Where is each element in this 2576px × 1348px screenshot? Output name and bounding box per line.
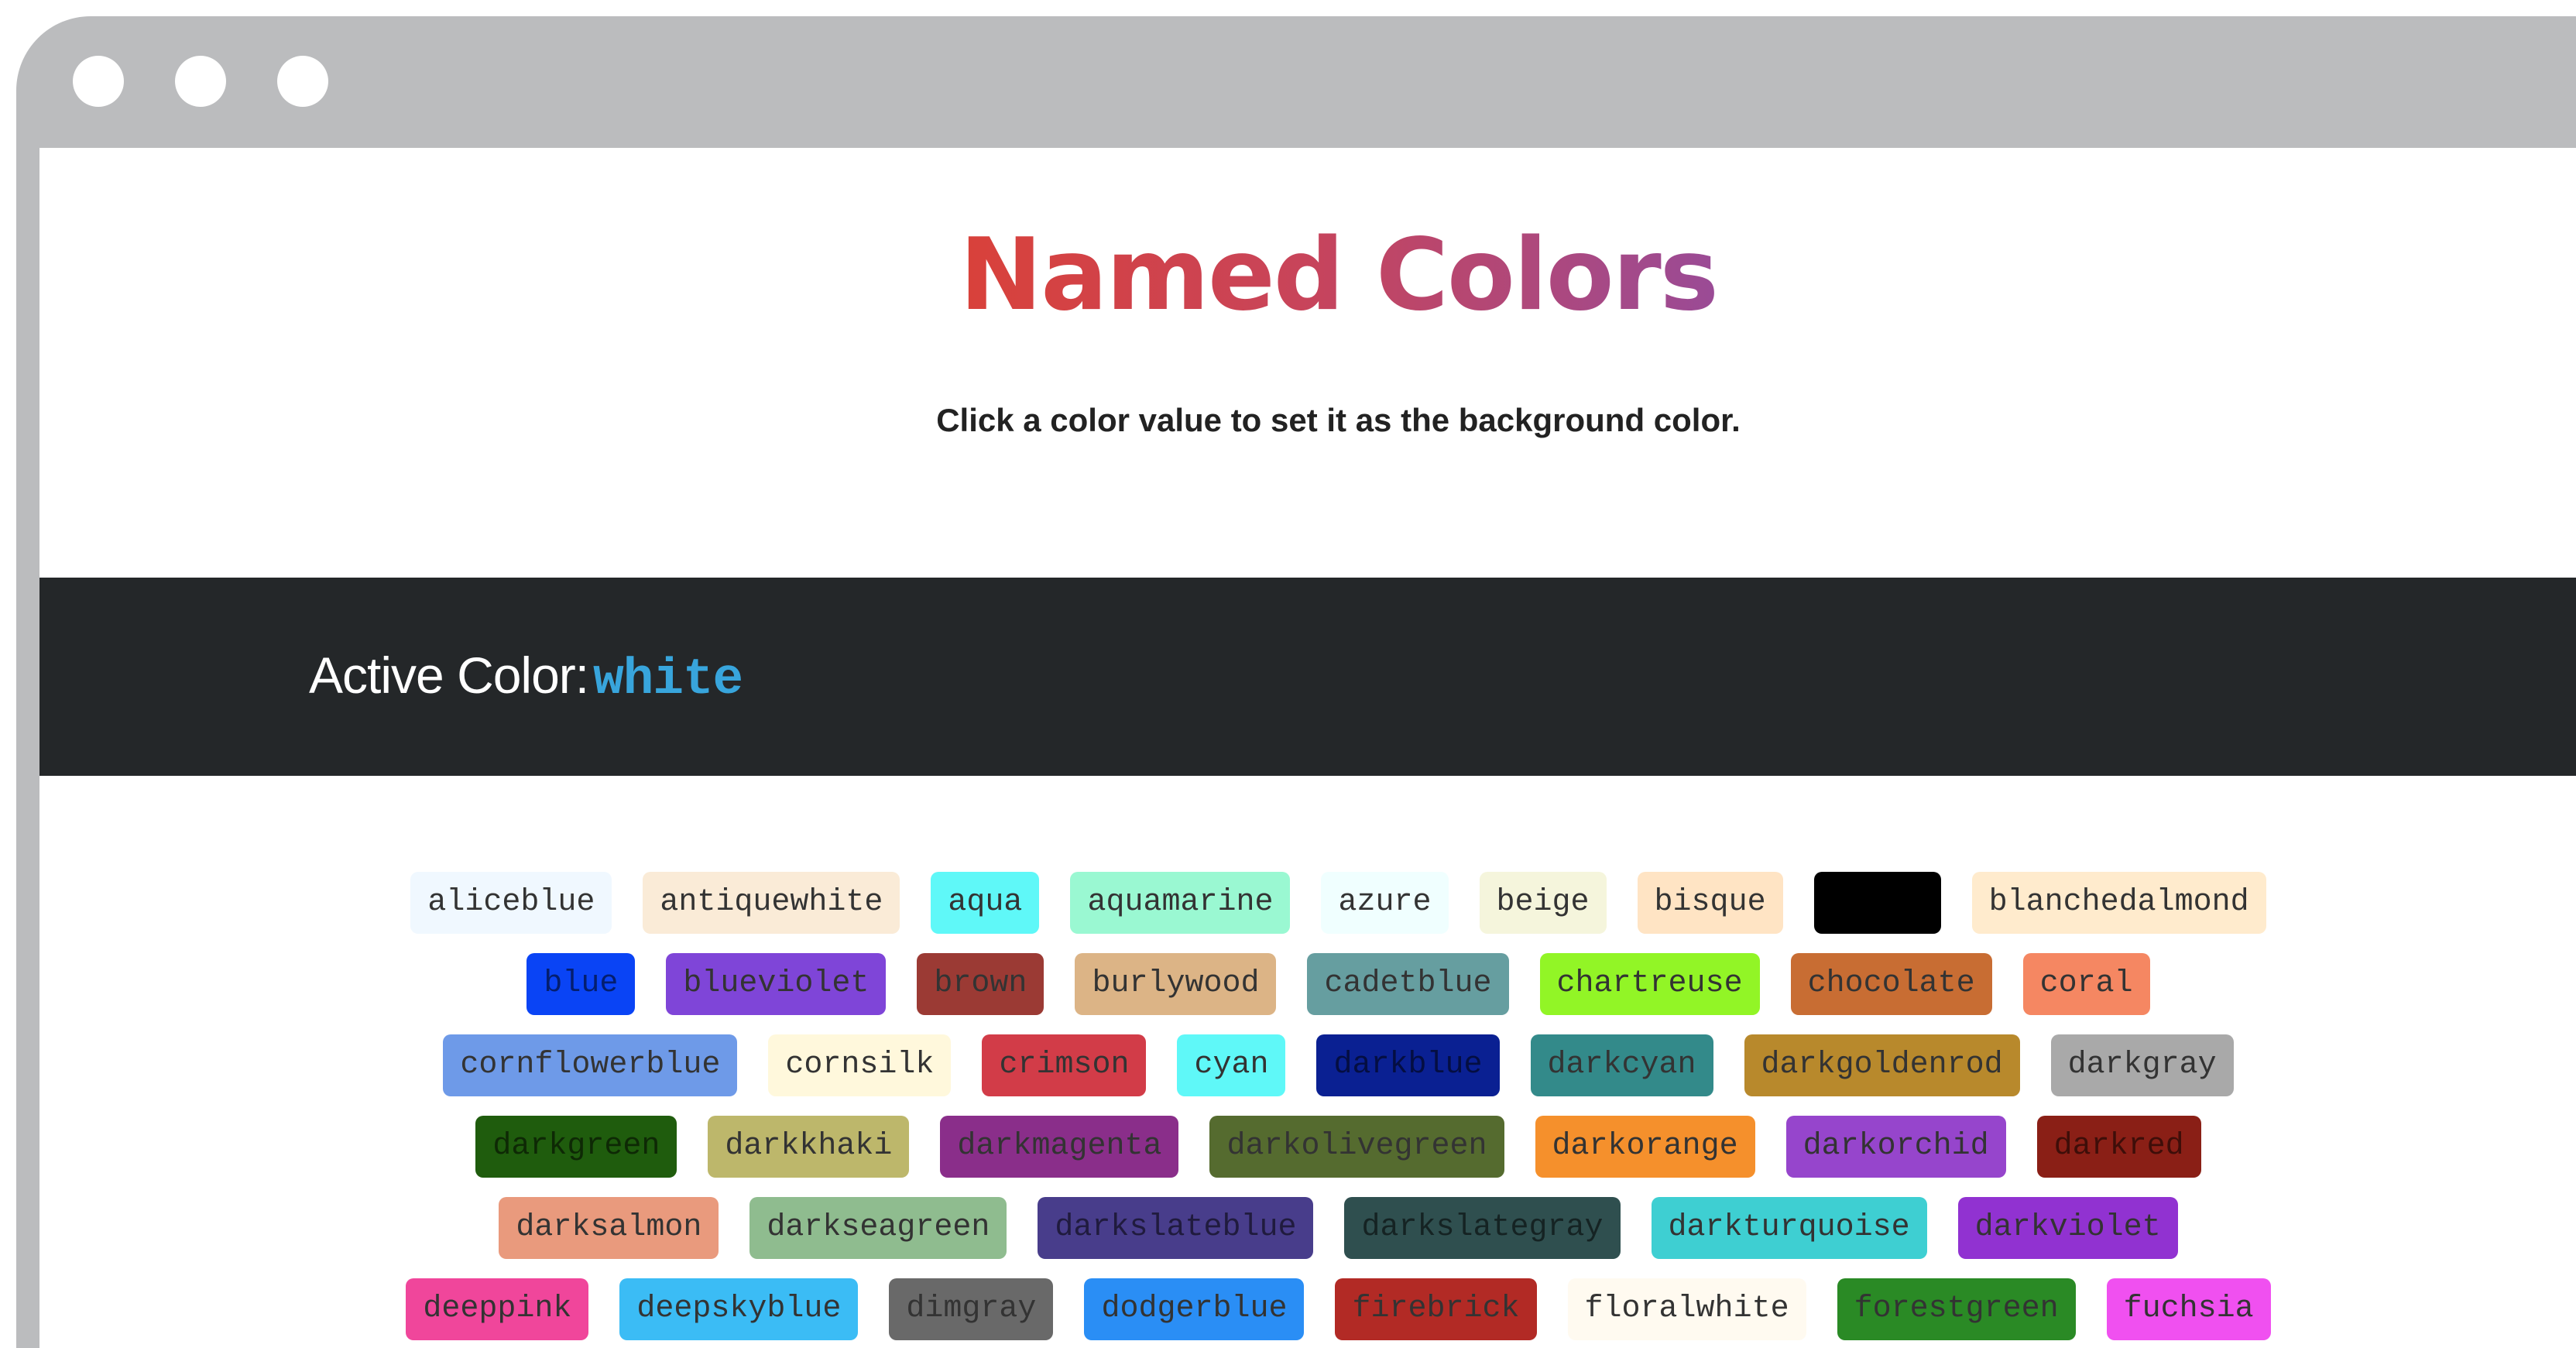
- color-chip-aqua[interactable]: aqua: [931, 872, 1040, 934]
- window-title-bar: [16, 16, 2576, 148]
- active-color-value: white: [593, 650, 743, 708]
- color-chip-darkseagreen[interactable]: darkseagreen: [749, 1197, 1007, 1259]
- color-chip-darkolivegreen[interactable]: darkolivegreen: [1209, 1116, 1504, 1178]
- color-chip-cadetblue[interactable]: cadetblue: [1307, 953, 1509, 1015]
- page-subtitle: Click a color value to set it as the bac…: [936, 402, 1741, 438]
- color-chip-darksalmon[interactable]: darksalmon: [499, 1197, 719, 1259]
- browser-window: Named Colors Click a color value to set …: [16, 16, 2576, 1348]
- color-chip-darkviolet[interactable]: darkviolet: [1957, 1197, 2178, 1259]
- color-chip-darkturquoise[interactable]: darkturquoise: [1651, 1197, 1927, 1259]
- color-chip-darkorange[interactable]: darkorange: [1535, 1116, 1755, 1178]
- swatch-row: darksalmon darkseagreen darkslateblue darks…: [39, 1197, 2576, 1259]
- active-color-banner: Active Color:white: [39, 578, 2576, 776]
- page-title-text: Named Colors: [959, 218, 1719, 333]
- color-chip-darkkhaki[interactable]: darkkhaki: [708, 1116, 910, 1178]
- page-viewport: Named Colors Click a color value to set …: [39, 148, 2576, 1348]
- swatch-row: blue blueviolet brown burlywood cadetblue cha…: [39, 953, 2576, 1015]
- color-chip-cornflowerblue[interactable]: cornflowerblue: [443, 1034, 738, 1096]
- color-chip-cornsilk[interactable]: cornsilk: [768, 1034, 952, 1096]
- color-chip-crimson[interactable]: crimson: [982, 1034, 1147, 1096]
- color-chip-chocolate[interactable]: chocolate: [1790, 953, 1992, 1015]
- active-color-label: Active Color:: [309, 647, 589, 704]
- color-chip-darkgreen[interactable]: darkgreen: [475, 1116, 677, 1178]
- color-chip-darkred[interactable]: darkred: [2036, 1116, 2201, 1178]
- color-chip-blue[interactable]: blue: [527, 953, 636, 1015]
- color-chip-antiquewhite[interactable]: antiquewhite: [643, 872, 900, 934]
- color-chip-aquamarine[interactable]: aquamarine: [1070, 872, 1291, 934]
- color-chip-dodgerblue[interactable]: dodgerblue: [1084, 1278, 1305, 1340]
- swatch-row: darkgreen darkkhaki darkmagenta darkolivegr…: [39, 1116, 2576, 1178]
- color-chip-bisque[interactable]: bisque: [1637, 872, 1783, 934]
- color-swatch-list: aliceblue antiquewhite aqua aquamarine azure…: [39, 872, 2576, 1348]
- window-minimize-dot[interactable]: [175, 56, 226, 107]
- color-chip-black[interactable]: black: [1813, 872, 1941, 934]
- color-chip-fuchsia[interactable]: fuchsia: [2106, 1278, 2271, 1340]
- swatch-row: aliceblue antiquewhite aqua aquamarine azure…: [39, 872, 2576, 934]
- swatch-row: deeppink deepskyblue dimgray dodgerblue fire…: [39, 1278, 2576, 1340]
- color-chip-firebrick[interactable]: firebrick: [1335, 1278, 1537, 1340]
- color-chip-blanchedalmond[interactable]: blanchedalmond: [1971, 872, 2266, 934]
- window-maximize-dot[interactable]: [277, 56, 328, 107]
- color-chip-cyan[interactable]: cyan: [1177, 1034, 1286, 1096]
- color-chip-darkslateblue[interactable]: darkslateblue: [1038, 1197, 1314, 1259]
- color-chip-darkmagenta[interactable]: darkmagenta: [940, 1116, 1179, 1178]
- swatch-row: cornflowerblue cornsilk crimson cyan darkblu…: [39, 1034, 2576, 1096]
- color-chip-darkorchid[interactable]: darkorchid: [1785, 1116, 2006, 1178]
- color-chip-floralwhite[interactable]: floralwhite: [1567, 1278, 1806, 1340]
- color-chip-darkcyan[interactable]: darkcyan: [1530, 1034, 1713, 1096]
- page-title: Named Colors: [39, 218, 2576, 334]
- color-chip-burlywood[interactable]: burlywood: [1075, 953, 1277, 1015]
- color-chip-dimgray[interactable]: dimgray: [889, 1278, 1054, 1340]
- color-chip-deepskyblue[interactable]: deepskyblue: [619, 1278, 859, 1340]
- color-chip-darkgoldenrod[interactable]: darkgoldenrod: [1744, 1034, 2020, 1096]
- color-chip-darkblue[interactable]: darkblue: [1316, 1034, 1500, 1096]
- color-chip-darkslategray[interactable]: darkslategray: [1344, 1197, 1621, 1259]
- color-chip-brown[interactable]: brown: [917, 953, 1044, 1015]
- active-color-heading: Active Color:white: [309, 646, 743, 708]
- color-chip-darkgray[interactable]: darkgray: [2050, 1034, 2234, 1096]
- color-chip-forestgreen[interactable]: forestgreen: [1837, 1278, 2076, 1340]
- window-close-dot[interactable]: [73, 56, 124, 107]
- color-chip-aliceblue[interactable]: aliceblue: [410, 872, 612, 934]
- color-chip-beige[interactable]: beige: [1479, 872, 1607, 934]
- color-chip-azure[interactable]: azure: [1321, 872, 1449, 934]
- color-chip-deeppink[interactable]: deeppink: [406, 1278, 589, 1340]
- color-chip-coral[interactable]: coral: [2022, 953, 2150, 1015]
- color-chip-chartreuse[interactable]: chartreuse: [1539, 953, 1760, 1015]
- color-chip-blueviolet[interactable]: blueviolet: [666, 953, 887, 1015]
